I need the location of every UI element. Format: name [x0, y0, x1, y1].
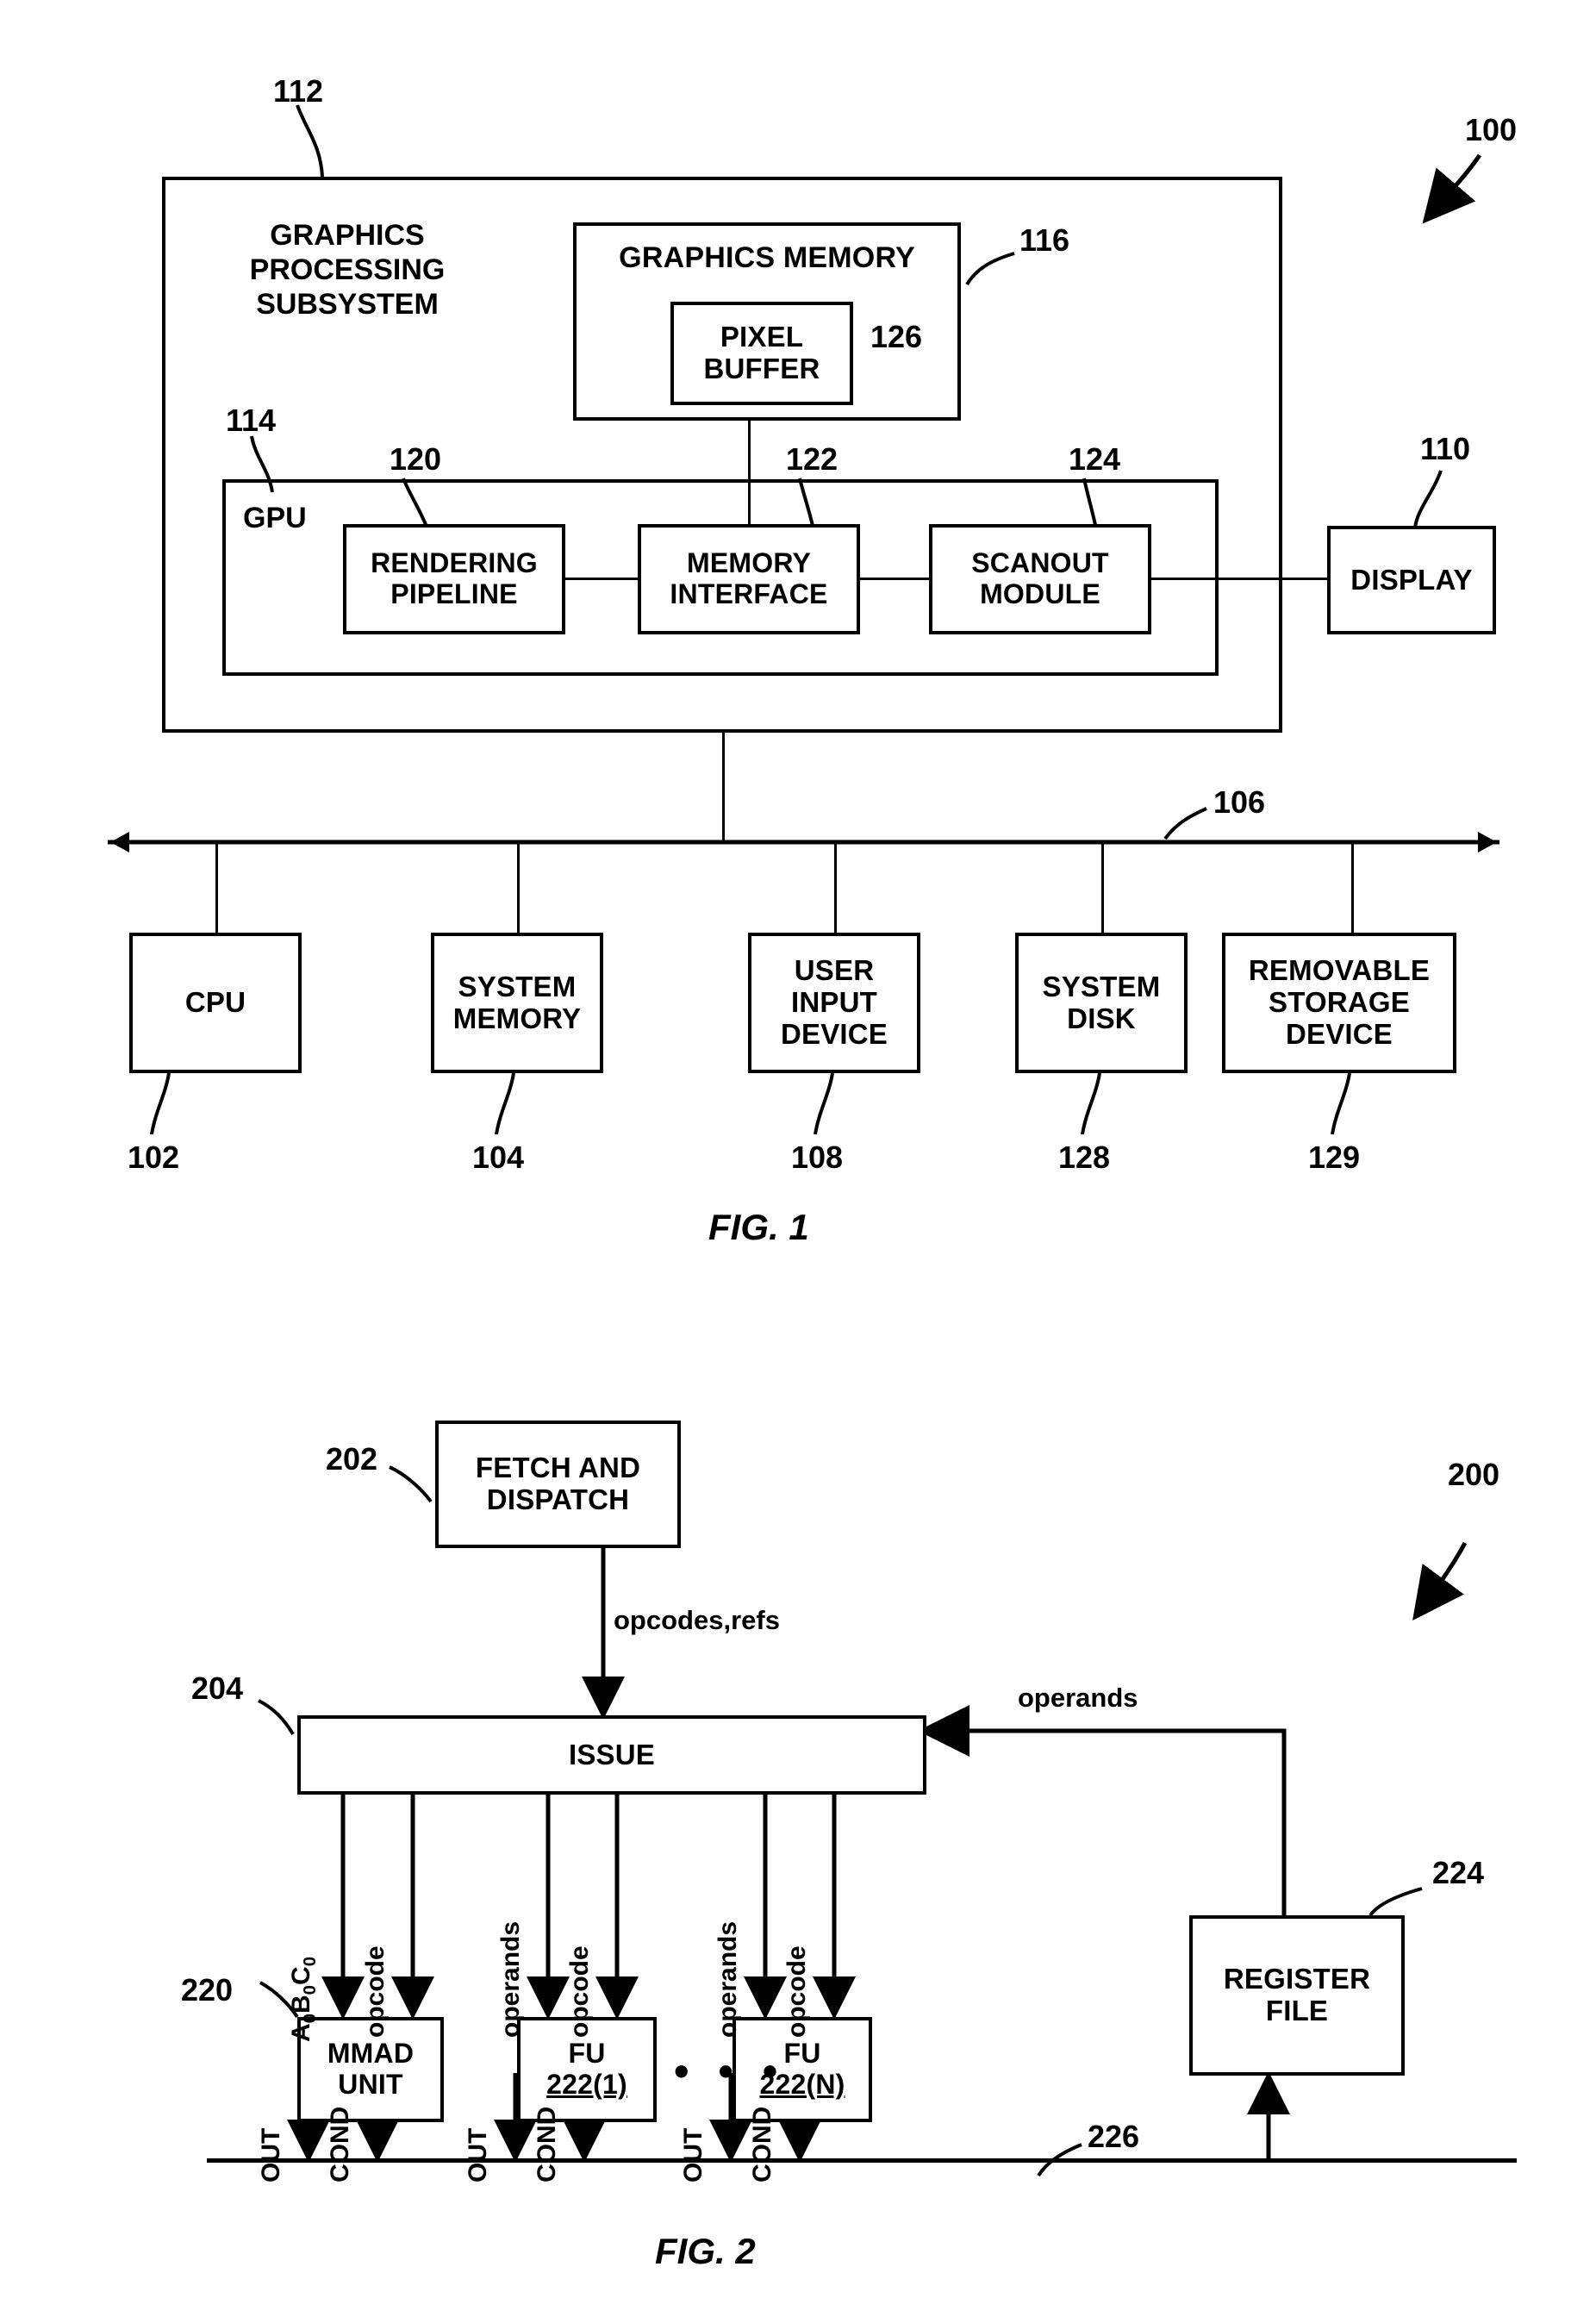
bus-drop-sysdisk: [1101, 842, 1104, 933]
removable-storage-line-1: REMOVABLE: [1248, 954, 1431, 987]
pixel-buffer-label-line-2: BUFFER: [703, 353, 820, 384]
scanout-module-line-1: SCANOUT: [971, 547, 1109, 579]
mmad-in-label-opcode: opcode: [361, 1945, 390, 2038]
issue-label: ISSUE: [568, 1738, 656, 1770]
scanout-module-line-2: MODULE: [980, 578, 1100, 609]
memory-interface-line-2: INTERFACE: [670, 578, 828, 609]
conn-gmem-mi: [748, 421, 751, 526]
ref-226: 226: [1088, 2119, 1140, 2154]
system-memory-line-1: SYSTEM: [458, 970, 577, 1002]
ref-108: 108: [791, 1140, 844, 1175]
ref-122: 122: [786, 441, 839, 477]
system-memory-line-2: MEMORY: [452, 1002, 582, 1034]
mmad-unit-line-1: MMAD: [327, 2038, 415, 2070]
gpu-label: GPU: [243, 502, 307, 534]
ref-204: 204: [191, 1670, 244, 1706]
issue-box: ISSUE: [297, 1715, 926, 1795]
rendering-pipeline-line-1: RENDERING: [371, 547, 538, 579]
fetch-dispatch-line-2: DISPATCH: [486, 1483, 630, 1515]
removable-storage-device-box: REMOVABLE STORAGE DEVICE: [1222, 933, 1456, 1073]
user-input-line-3: DEVICE: [780, 1017, 888, 1050]
memory-interface-line-1: MEMORY: [686, 547, 811, 579]
fun-in-label-operands: operands: [714, 1920, 742, 2038]
rendering-pipeline-box: RENDERING PIPELINE: [343, 524, 565, 634]
scanout-module-box: SCANOUT MODULE: [929, 524, 1151, 634]
system-memory-box: SYSTEM MEMORY: [431, 933, 603, 1073]
operands-feedback-label: operands: [1018, 1683, 1138, 1713]
user-input-device-box: USER INPUT DEVICE: [748, 933, 920, 1073]
fun-in-label-opcode: opcode: [782, 1945, 811, 2038]
ref-220: 220: [181, 1972, 234, 2008]
bus-drop-cpu: [215, 842, 218, 933]
fu1-in-label-operands: operands: [496, 1920, 525, 2038]
bus-drop-userinput: [834, 842, 837, 933]
ref-102: 102: [128, 1140, 180, 1175]
fu-1-label: FU: [568, 2038, 606, 2070]
ref-112: 112: [273, 73, 324, 109]
system-disk-box: SYSTEM DISK: [1015, 933, 1188, 1073]
register-file-line-2: FILE: [1265, 1995, 1329, 2026]
ref-110: 110: [1420, 431, 1471, 466]
pixel-buffer-box: PIXEL BUFFER: [670, 302, 853, 405]
conn-mi-sm: [860, 578, 931, 580]
ref-104: 104: [472, 1140, 525, 1175]
fun-out-label-cond: COND: [748, 2106, 776, 2182]
gps-title-line-2: PROCESSING: [249, 253, 446, 287]
graphics-memory-label: GRAPHICS MEMORY: [619, 241, 915, 274]
cpu-box: CPU: [129, 933, 302, 1073]
ref-129: 129: [1308, 1140, 1361, 1175]
fig2-caption: FIG. 2: [655, 2231, 756, 2271]
system-disk-line-2: DISK: [1067, 1002, 1136, 1034]
rendering-pipeline-line-2: PIPELINE: [390, 578, 518, 609]
result-bus-line: [207, 2158, 1517, 2163]
pixel-buffer-label-line-1: PIXEL: [720, 321, 804, 353]
ref-126: 126: [870, 319, 923, 354]
user-input-line-1: USER: [794, 954, 875, 987]
ref-224: 224: [1432, 1855, 1485, 1890]
fu1-in-label-opcode: opcode: [565, 1945, 594, 2038]
fetch-dispatch-line-1: FETCH AND: [475, 1452, 641, 1484]
removable-storage-line-2: STORAGE: [1269, 986, 1410, 1019]
ref-128: 128: [1058, 1140, 1111, 1175]
ref-120: 120: [390, 441, 442, 477]
system-disk-line-1: SYSTEM: [1042, 970, 1161, 1002]
user-input-line-2: INPUT: [791, 986, 877, 1019]
ref-200: 200: [1448, 1457, 1500, 1492]
fu-n-label: FU: [783, 2038, 821, 2070]
mmad-unit-line-2: UNIT: [338, 2069, 403, 2100]
conn-gps-bus: [722, 733, 725, 842]
ref-106: 106: [1213, 784, 1266, 820]
fig1-caption: FIG. 1: [708, 1207, 809, 1247]
ref-114: 114: [226, 403, 277, 438]
fu-ellipsis: • • •: [674, 2047, 787, 2095]
display-label: DISPLAY: [1350, 563, 1473, 596]
fun-out-label-out: OUT: [679, 2127, 708, 2182]
register-file-box: REGISTER FILE: [1189, 1915, 1405, 2076]
fu1-out-label-out: OUT: [464, 2127, 492, 2182]
cpu-label: CPU: [184, 986, 246, 1019]
fu1-out-label-cond: COND: [533, 2106, 561, 2182]
register-file-line-1: REGISTER: [1223, 1963, 1371, 1995]
bus-drop-sysmem: [517, 842, 520, 933]
ref-124: 124: [1069, 441, 1121, 477]
gps-title-line-3: SUBSYSTEM: [256, 288, 439, 322]
ref-202: 202: [326, 1441, 378, 1477]
ref-100: 100: [1465, 112, 1518, 147]
memory-interface-box: MEMORY INTERFACE: [638, 524, 860, 634]
opcodes-refs-label: opcodes,refs: [614, 1605, 780, 1635]
fu-1-ref: 222(1): [546, 2069, 627, 2100]
ref-116: 116: [1019, 222, 1070, 258]
display-box: DISPLAY: [1327, 526, 1496, 634]
removable-storage-line-3: DEVICE: [1285, 1017, 1393, 1050]
bus-drop-removable: [1351, 842, 1354, 933]
fetch-and-dispatch-box: FETCH AND DISPATCH: [435, 1421, 681, 1548]
conn-rp-mi: [565, 578, 639, 580]
mmad-in-label-operands: A0B0C0: [287, 1956, 320, 2042]
mmad-out-label-cond: COND: [326, 2106, 354, 2182]
conn-sm-display: [1151, 578, 1329, 580]
mmad-out-label-out: OUT: [257, 2127, 285, 2182]
gps-title: GRAPHICS PROCESSING SUBSYSTEM: [222, 218, 472, 322]
gps-title-line-1: GRAPHICS: [270, 219, 425, 252]
patent-drawing-page: GRAPHICS PROCESSING SUBSYSTEM 112 100 GR…: [0, 0, 1596, 2323]
